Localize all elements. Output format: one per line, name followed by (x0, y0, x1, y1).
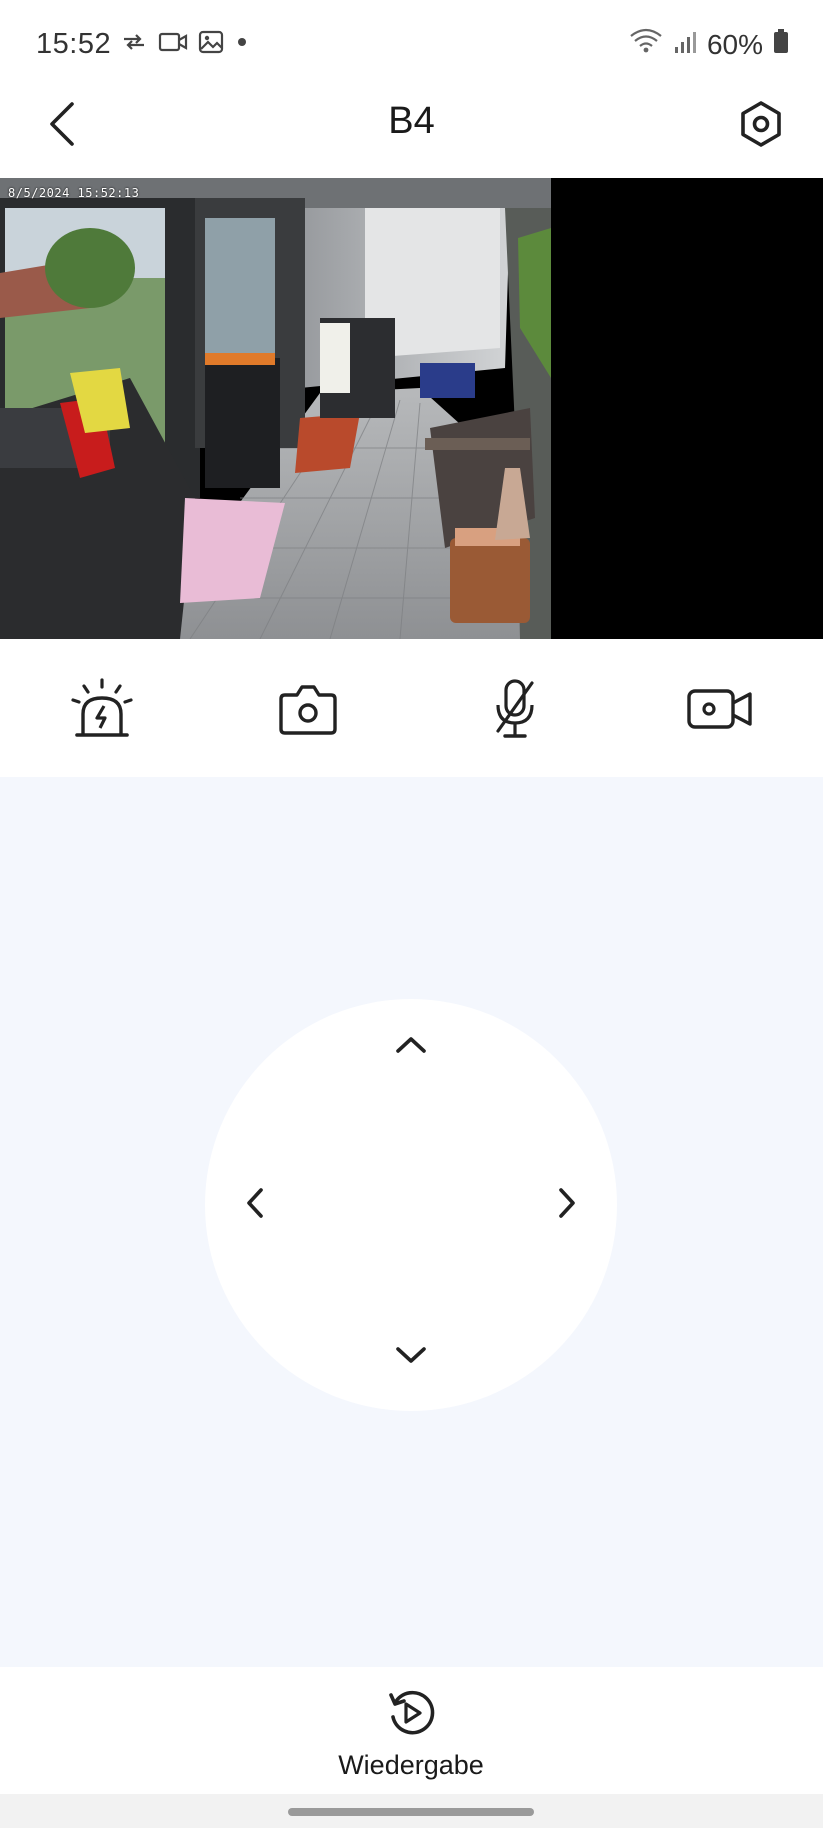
app-bar: B4 (0, 92, 823, 178)
status-right: 60% (629, 28, 789, 61)
chevron-down-icon (394, 1345, 428, 1370)
bottom-bar: Wiedergabe (0, 1667, 823, 1794)
page-title: B4 (388, 100, 435, 142)
snapshot-button[interactable] (268, 671, 348, 751)
camera-controls (0, 639, 823, 777)
chevron-left-icon (245, 1186, 265, 1225)
siren-button[interactable] (62, 671, 142, 751)
system-navigation-bar (0, 1794, 823, 1828)
microphone-button[interactable] (475, 671, 555, 751)
chevron-up-icon (394, 1035, 428, 1060)
battery-icon (773, 28, 789, 61)
wifi-icon (629, 28, 663, 61)
status-bar: 15:52 60% (0, 0, 823, 92)
record-button[interactable] (680, 671, 760, 751)
chevron-right-icon (557, 1186, 577, 1225)
camera-feed-image: 8/5/2024 15:52:13 (0, 178, 551, 639)
hexagon-settings-icon (739, 100, 783, 153)
live-video-view[interactable]: 8/5/2024 15:52:13 (0, 178, 823, 639)
gallery-icon (198, 30, 224, 59)
camera-icon (277, 681, 339, 742)
pan-down-button[interactable] (383, 1329, 439, 1385)
video-camera-icon (686, 686, 754, 737)
video-timestamp: 8/5/2024 15:52:13 (8, 186, 140, 200)
siren-icon (69, 676, 135, 747)
playback-label: Wiedergabe (338, 1750, 484, 1780)
status-time: 15:52 (36, 28, 112, 60)
signal-icon (673, 29, 697, 61)
status-notification-icons (120, 30, 250, 59)
settings-button[interactable] (735, 98, 787, 154)
ptz-joystick[interactable] (205, 999, 617, 1411)
pan-up-button[interactable] (383, 1019, 439, 1075)
ptz-control-area (0, 777, 823, 1667)
mic-muted-icon (488, 677, 542, 746)
transfer-arrows-icon (120, 31, 148, 58)
playback-button[interactable]: Wiedergabe (311, 1687, 511, 1781)
video-camera-icon (158, 31, 188, 58)
dot-icon (234, 34, 250, 55)
battery-percent: 60% (706, 28, 763, 60)
replay-icon (385, 1690, 437, 1743)
pan-left-button[interactable] (227, 1177, 283, 1233)
home-gesture-handle[interactable] (288, 1808, 534, 1816)
pan-right-button[interactable] (539, 1177, 595, 1233)
